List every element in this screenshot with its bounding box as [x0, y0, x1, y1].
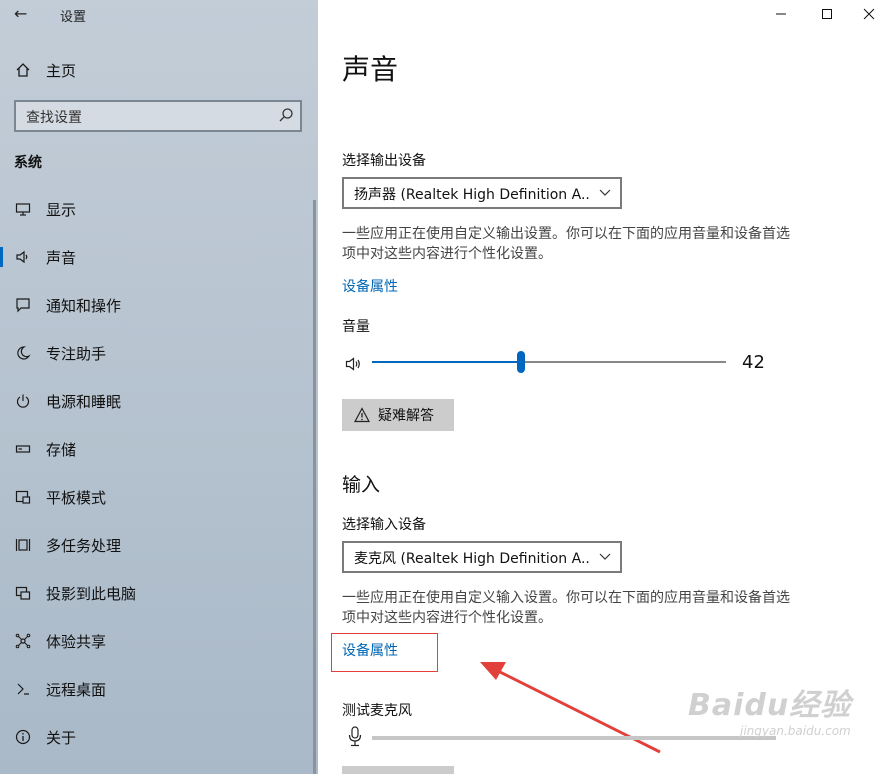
sidebar-item-storage[interactable]: 存储 [0, 429, 318, 469]
watermark-brand: Baidu经验 [688, 688, 852, 723]
power-icon [14, 392, 32, 410]
maximize-button[interactable] [809, 0, 845, 28]
sidebar-item-label: 显示 [46, 200, 77, 219]
input-device-label: 选择输入设备 [342, 517, 426, 533]
microphone-icon [348, 726, 362, 747]
search-input[interactable]: 查找设置 [14, 100, 302, 132]
sidebar-item-remote-desktop[interactable]: 远程桌面 [0, 669, 318, 709]
volume-speaker-icon[interactable] [345, 356, 363, 372]
output-device-value: 扬声器 (Realtek High Definition A... [354, 187, 590, 203]
sidebar-item-multitasking[interactable]: 多任务处理 [0, 525, 318, 565]
minimize-icon [776, 13, 786, 15]
sidebar-item-sound[interactable]: 声音 [0, 237, 318, 277]
input-device-dropdown[interactable]: 麦克风 (Realtek High Definition A... [342, 541, 622, 573]
annotation-arrow [480, 662, 661, 754]
close-icon [863, 8, 875, 20]
input-description: 一些应用正在使用自定义输入设置。你可以在下面的应用音量和设备首选项中对这些内容进… [342, 590, 790, 626]
volume-slider-thumb[interactable] [517, 351, 525, 373]
storage-icon [14, 440, 32, 458]
multitask-icon [14, 536, 32, 554]
sidebar-scrollbar[interactable] [313, 200, 316, 774]
share-icon [14, 632, 32, 650]
sidebar-item-home[interactable]: 主页 [0, 50, 318, 90]
sidebar-item-label: 主页 [46, 61, 77, 80]
sidebar: ← 设置 主页 查找设置 系统 显示 声音 通知和操作 专注助手 电源和睡眠 存… [0, 0, 318, 774]
home-icon [14, 61, 32, 79]
watermark: Baidu经验 jingyan.baidu.com [688, 680, 851, 738]
maximize-icon [822, 9, 832, 19]
partial-button[interactable] [342, 766, 454, 774]
sidebar-item-project[interactable]: 投影到此电脑 [0, 573, 318, 613]
moon-icon [14, 344, 32, 362]
warning-icon [354, 407, 370, 423]
title-bar: ← 设置 [0, 0, 318, 28]
remote-icon [14, 680, 32, 698]
chevron-down-icon [599, 553, 611, 560]
search-icon [279, 108, 293, 122]
output-description: 一些应用正在使用自定义输出设置。你可以在下面的应用音量和设备首选项中对这些内容进… [342, 226, 790, 262]
sidebar-item-label: 关于 [46, 728, 77, 747]
volume-label: 音量 [342, 319, 370, 335]
info-icon [14, 728, 32, 746]
tablet-icon [14, 488, 32, 506]
chevron-down-icon [599, 189, 611, 196]
output-device-properties-link[interactable]: 设备属性 [342, 276, 398, 296]
sidebar-item-display[interactable]: 显示 [0, 189, 318, 229]
sidebar-item-about[interactable]: 关于 [0, 717, 318, 757]
sidebar-item-label: 投影到此电脑 [46, 584, 137, 603]
sidebar-item-label: 存储 [46, 440, 77, 459]
search-placeholder: 查找设置 [26, 110, 82, 126]
sidebar-item-label: 平板模式 [46, 488, 107, 507]
sidebar-section-title: 系统 [14, 155, 42, 171]
minimize-button[interactable] [763, 0, 799, 28]
sidebar-item-tablet-mode[interactable]: 平板模式 [0, 477, 318, 517]
sidebar-item-label: 多任务处理 [46, 536, 122, 555]
sidebar-item-shared-experiences[interactable]: 体验共享 [0, 621, 318, 661]
sidebar-item-label: 电源和睡眠 [46, 392, 122, 411]
output-device-dropdown[interactable]: 扬声器 (Realtek High Definition A... [342, 177, 622, 209]
sidebar-item-power[interactable]: 电源和睡眠 [0, 381, 318, 421]
troubleshoot-label: 疑难解答 [378, 408, 434, 424]
page-title: 声音 [342, 53, 399, 86]
output-device-label: 选择输出设备 [342, 153, 426, 169]
annotation-highlight-box [331, 633, 438, 672]
notification-icon [14, 296, 32, 314]
test-microphone-label: 测试麦克风 [342, 703, 412, 719]
troubleshoot-button[interactable]: 疑难解答 [342, 399, 454, 431]
sidebar-item-notifications[interactable]: 通知和操作 [0, 285, 318, 325]
sidebar-item-label: 通知和操作 [46, 296, 122, 315]
volume-value: 42 [742, 352, 765, 373]
speaker-icon [14, 248, 32, 266]
close-button[interactable] [851, 0, 887, 28]
window-title: 设置 [60, 10, 87, 25]
project-icon [14, 584, 32, 602]
sidebar-item-label: 体验共享 [46, 632, 107, 651]
watermark-url: jingyan.baidu.com [740, 724, 851, 738]
back-arrow-icon[interactable]: ← [14, 4, 27, 23]
volume-slider-fill [372, 361, 521, 363]
sidebar-item-focus-assist[interactable]: 专注助手 [0, 333, 318, 373]
input-device-value: 麦克风 (Realtek High Definition A... [354, 551, 590, 567]
input-section-heading: 输入 [342, 474, 381, 496]
sidebar-item-label: 远程桌面 [46, 680, 107, 699]
sidebar-item-label: 声音 [46, 248, 77, 267]
display-icon [14, 200, 32, 218]
sidebar-item-label: 专注助手 [46, 344, 107, 363]
